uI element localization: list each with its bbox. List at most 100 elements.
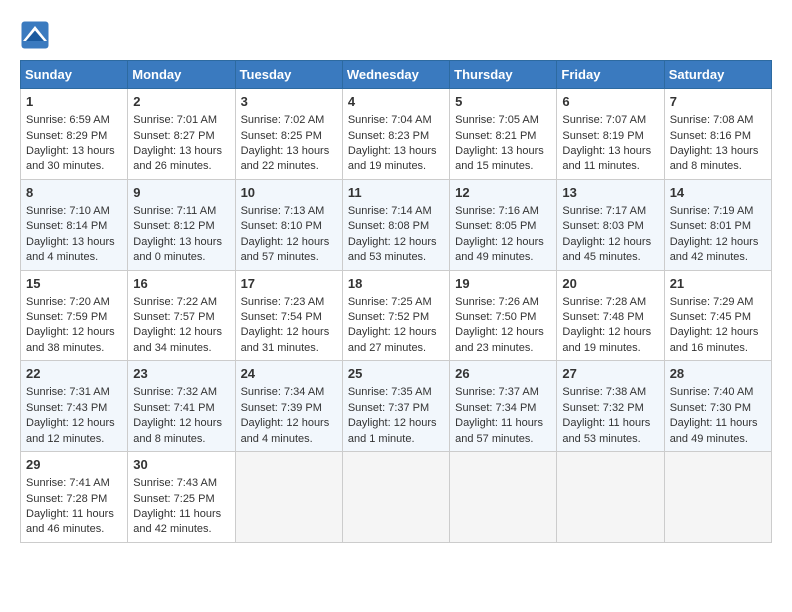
cell-text: Daylight: 11 hours — [455, 416, 551, 431]
cell-text: and 4 minutes. — [26, 250, 122, 265]
calendar-cell — [557, 452, 664, 543]
day-header-tuesday: Tuesday — [235, 61, 342, 89]
calendar-header-row: SundayMondayTuesdayWednesdayThursdayFrid… — [21, 61, 772, 89]
cell-text: and 49 minutes. — [670, 432, 766, 447]
cell-text: Sunset: 7:34 PM — [455, 401, 551, 416]
cell-text: Daylight: 11 hours — [133, 507, 229, 522]
day-number: 26 — [455, 365, 551, 383]
cell-text: Daylight: 12 hours — [670, 325, 766, 340]
cell-text: Daylight: 13 hours — [455, 144, 551, 159]
cell-text: Sunset: 7:32 PM — [562, 401, 658, 416]
cell-text: Sunrise: 7:17 AM — [562, 204, 658, 219]
calendar-cell — [450, 452, 557, 543]
cell-text: and 27 minutes. — [348, 341, 444, 356]
cell-text: Daylight: 13 hours — [26, 144, 122, 159]
cell-text: Daylight: 12 hours — [670, 235, 766, 250]
cell-text: Sunrise: 7:43 AM — [133, 476, 229, 491]
cell-text: Sunrise: 7:16 AM — [455, 204, 551, 219]
cell-text: Daylight: 12 hours — [348, 235, 444, 250]
calendar-cell: 14 Sunrise: 7:19 AMSunset: 8:01 PMDayligh… — [664, 179, 771, 270]
cell-text: and 31 minutes. — [241, 341, 337, 356]
cell-text: Sunrise: 7:19 AM — [670, 204, 766, 219]
calendar-cell — [235, 452, 342, 543]
cell-text: Sunset: 7:57 PM — [133, 310, 229, 325]
calendar-cell: 16Sunrise: 7:22 AMSunset: 7:57 PMDayligh… — [128, 270, 235, 361]
cell-text: Daylight: 12 hours — [455, 325, 551, 340]
cell-text: and 23 minutes. — [455, 341, 551, 356]
day-number: 9 — [133, 184, 229, 202]
cell-text: Sunrise: 7:20 AM — [26, 295, 122, 310]
calendar-cell: 12Sunrise: 7:16 AMSunset: 8:05 PMDayligh… — [450, 179, 557, 270]
day-number: 19 — [455, 275, 551, 293]
day-header-saturday: Saturday — [664, 61, 771, 89]
calendar-cell: 8Sunrise: 7:10 AMSunset: 8:14 PMDaylight… — [21, 179, 128, 270]
page-header — [20, 20, 772, 50]
day-header-thursday: Thursday — [450, 61, 557, 89]
day-number: 21 — [670, 275, 766, 293]
calendar-cell: 1Sunrise: 6:59 AMSunset: 8:29 PMDaylight… — [21, 89, 128, 180]
calendar-cell: 28Sunrise: 7:40 AMSunset: 7:30 PMDayligh… — [664, 361, 771, 452]
calendar-cell: 3Sunrise: 7:02 AMSunset: 8:25 PMDaylight… — [235, 89, 342, 180]
cell-text: Daylight: 13 hours — [348, 144, 444, 159]
cell-text: Sunset: 7:28 PM — [26, 492, 122, 507]
cell-text: and 53 minutes. — [348, 250, 444, 265]
calendar-cell: 27Sunrise: 7:38 AMSunset: 7:32 PMDayligh… — [557, 361, 664, 452]
cell-text: Sunrise: 7:26 AM — [455, 295, 551, 310]
cell-text: and 57 minutes. — [241, 250, 337, 265]
calendar-week-4: 22Sunrise: 7:31 AMSunset: 7:43 PMDayligh… — [21, 361, 772, 452]
calendar-cell: 15Sunrise: 7:20 AMSunset: 7:59 PMDayligh… — [21, 270, 128, 361]
cell-text: Daylight: 12 hours — [133, 416, 229, 431]
calendar-cell: 21Sunrise: 7:29 AMSunset: 7:45 PMDayligh… — [664, 270, 771, 361]
cell-text: Sunset: 8:01 PM — [670, 219, 766, 234]
cell-text: Sunrise: 7:04 AM — [348, 113, 444, 128]
day-number: 24 — [241, 365, 337, 383]
calendar-cell: 25Sunrise: 7:35 AMSunset: 7:37 PMDayligh… — [342, 361, 449, 452]
calendar-cell: 7Sunrise: 7:08 AMSunset: 8:16 PMDaylight… — [664, 89, 771, 180]
cell-text: Daylight: 13 hours — [26, 235, 122, 250]
calendar-cell: 2Sunrise: 7:01 AMSunset: 8:27 PMDaylight… — [128, 89, 235, 180]
cell-text: Daylight: 12 hours — [133, 325, 229, 340]
calendar-week-5: 29Sunrise: 7:41 AMSunset: 7:28 PMDayligh… — [21, 452, 772, 543]
calendar-cell: 18Sunrise: 7:25 AMSunset: 7:52 PMDayligh… — [342, 270, 449, 361]
cell-text: and 34 minutes. — [133, 341, 229, 356]
cell-text: Sunset: 8:21 PM — [455, 129, 551, 144]
calendar-cell: 5Sunrise: 7:05 AMSunset: 8:21 PMDaylight… — [450, 89, 557, 180]
cell-text: Sunrise: 7:22 AM — [133, 295, 229, 310]
day-number: 14 — [670, 184, 766, 202]
cell-text: Sunrise: 6:59 AM — [26, 113, 122, 128]
day-number: 5 — [455, 93, 551, 111]
cell-text: Sunset: 8:05 PM — [455, 219, 551, 234]
cell-text: Sunrise: 7:32 AM — [133, 385, 229, 400]
cell-text: Sunset: 7:54 PM — [241, 310, 337, 325]
calendar-cell: 30Sunrise: 7:43 AMSunset: 7:25 PMDayligh… — [128, 452, 235, 543]
cell-text: and 26 minutes. — [133, 159, 229, 174]
cell-text: and 12 minutes. — [26, 432, 122, 447]
calendar-table: SundayMondayTuesdayWednesdayThursdayFrid… — [20, 60, 772, 543]
cell-text: Sunrise: 7:02 AM — [241, 113, 337, 128]
cell-text: Sunset: 7:30 PM — [670, 401, 766, 416]
calendar-week-1: 1Sunrise: 6:59 AMSunset: 8:29 PMDaylight… — [21, 89, 772, 180]
cell-text: Sunset: 8:10 PM — [241, 219, 337, 234]
cell-text: Sunrise: 7:14 AM — [348, 204, 444, 219]
cell-text: Daylight: 13 hours — [241, 144, 337, 159]
cell-text: Sunset: 8:14 PM — [26, 219, 122, 234]
cell-text: and 8 minutes. — [670, 159, 766, 174]
cell-text: and 0 minutes. — [133, 250, 229, 265]
cell-text: and 19 minutes. — [562, 341, 658, 356]
cell-text: Sunset: 8:19 PM — [562, 129, 658, 144]
cell-text: Daylight: 12 hours — [562, 235, 658, 250]
day-number: 12 — [455, 184, 551, 202]
cell-text: Daylight: 11 hours — [26, 507, 122, 522]
cell-text: Daylight: 13 hours — [133, 235, 229, 250]
cell-text: Sunset: 8:25 PM — [241, 129, 337, 144]
calendar-cell: 20Sunrise: 7:28 AMSunset: 7:48 PMDayligh… — [557, 270, 664, 361]
cell-text: and 38 minutes. — [26, 341, 122, 356]
day-header-sunday: Sunday — [21, 61, 128, 89]
cell-text: Sunset: 7:48 PM — [562, 310, 658, 325]
day-header-monday: Monday — [128, 61, 235, 89]
calendar-cell: 24Sunrise: 7:34 AMSunset: 7:39 PMDayligh… — [235, 361, 342, 452]
cell-text: Sunrise: 7:29 AM — [670, 295, 766, 310]
calendar-cell: 29Sunrise: 7:41 AMSunset: 7:28 PMDayligh… — [21, 452, 128, 543]
cell-text: Sunset: 8:16 PM — [670, 129, 766, 144]
calendar-week-2: 8Sunrise: 7:10 AMSunset: 8:14 PMDaylight… — [21, 179, 772, 270]
